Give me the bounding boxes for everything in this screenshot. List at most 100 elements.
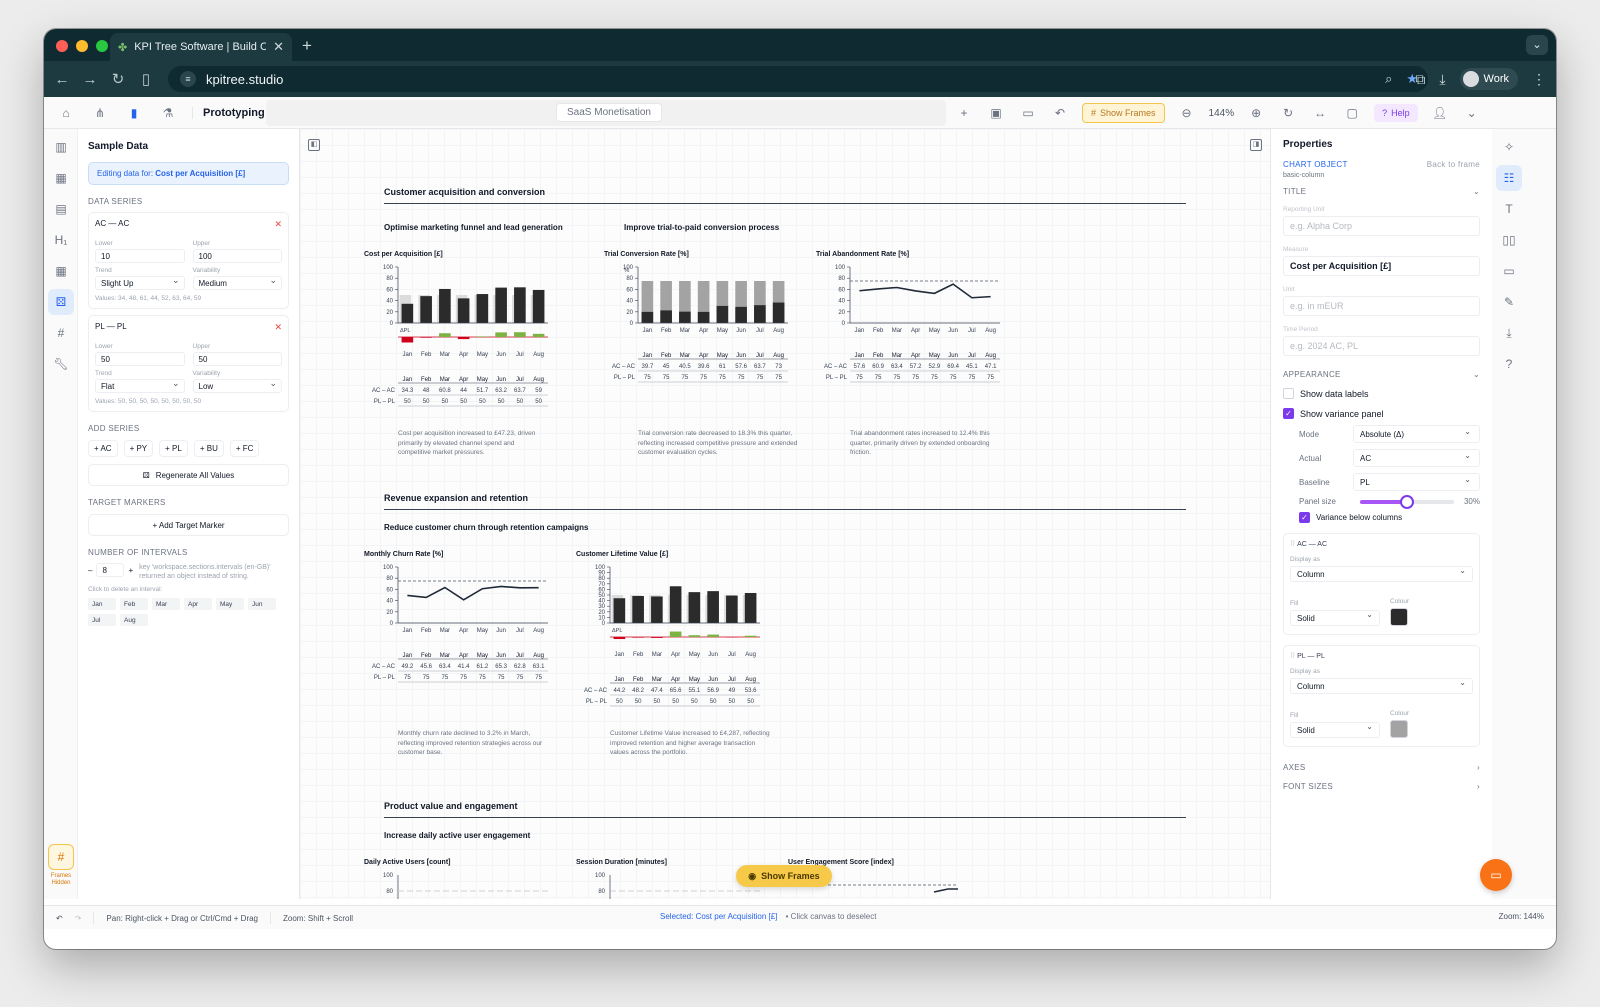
back-to-frame-link[interactable]: Back to frame [1427, 160, 1480, 169]
churn-chart[interactable]: Monthly Churn Rate [%] 0 20 40 60 80 100 Jan Feb… [364, 547, 564, 717]
panel-size-slider[interactable] [1360, 494, 1454, 509]
title-section-toggle[interactable]: TITLE ⌄ [1283, 187, 1480, 196]
intervals-input[interactable]: 8 [96, 563, 125, 577]
interval-chip[interactable]: Jan [88, 598, 116, 610]
download-icon[interactable]: ⤓ [1496, 320, 1522, 346]
upper-input[interactable]: 100 [192, 249, 282, 263]
variability-select[interactable]: Low [192, 378, 282, 393]
save-icon[interactable]: ▣ [986, 103, 1006, 123]
interval-chip[interactable]: Apr [184, 598, 212, 610]
fit-width-icon[interactable]: ↔ [1310, 103, 1330, 123]
clv-chart[interactable]: Customer Lifetime Value [£]0102030405060… [576, 547, 776, 717]
interval-chip[interactable]: Feb [120, 598, 148, 610]
variance-below-checkbox[interactable]: ✓ [1299, 512, 1310, 523]
show-variance-row[interactable]: ✓ Show variance panel [1283, 408, 1480, 419]
url-field[interactable]: ≡ kpitree.studio ⌕ ★ [168, 66, 1428, 92]
add-target-button[interactable]: + Add Target Marker [88, 514, 289, 536]
table-icon[interactable]: ▦ [48, 165, 74, 191]
redo-icon[interactable]: ↷ [75, 914, 82, 923]
open-folder-icon[interactable]: ▭ [1018, 103, 1038, 123]
sparkle-icon[interactable]: ✧ [1496, 134, 1522, 160]
daily-active-users-chart[interactable]: Daily Active Users [count] 100 80 [364, 855, 564, 899]
display-as-select[interactable]: Column [1290, 566, 1473, 582]
home-icon[interactable]: ⌂ [56, 103, 76, 123]
tree-icon[interactable]: ⋔ [90, 103, 110, 123]
show-frames-button[interactable]: # Show Frames [1082, 103, 1165, 123]
font-sizes-section-toggle[interactable]: FONT SIZES › [1283, 782, 1480, 791]
heading-icon[interactable]: H₁ [48, 227, 74, 253]
interval-chip[interactable]: Jun [248, 598, 276, 610]
show-data-labels-row[interactable]: Show data labels [1283, 388, 1480, 399]
trend-select[interactable]: Slight Up [95, 275, 185, 290]
zoom-window-button[interactable] [96, 40, 108, 52]
back-icon[interactable]: ← [48, 71, 76, 88]
panel-size-handle[interactable] [1399, 494, 1414, 509]
colour-swatch[interactable] [1390, 608, 1408, 626]
add-series-pl-button[interactable]: + PL [159, 440, 188, 457]
profile-button[interactable]: Work [1459, 68, 1518, 90]
zoom-icon[interactable]: ⌕ [1385, 71, 1392, 87]
variability-select[interactable]: Medium [192, 275, 282, 290]
chevron-down-icon[interactable]: ⌄ [1462, 103, 1482, 123]
trial-conversion-chart[interactable]: Trial Conversion Rate [%]%020406080100Ja… [604, 247, 804, 417]
decrement-button[interactable]: – [88, 566, 92, 575]
book-icon[interactable]: ▯▯ [1496, 227, 1522, 253]
display-as-select[interactable]: Column [1290, 678, 1473, 694]
help-circle-icon[interactable]: ? [1496, 351, 1522, 377]
colour-swatch[interactable] [1390, 720, 1408, 738]
mode-select[interactable]: Absolute (Δ) [1353, 425, 1480, 443]
tab-search-icon[interactable]: ⌄ [1526, 35, 1548, 55]
minimize-window-button[interactable] [76, 40, 88, 52]
add-icon[interactable]: + [954, 103, 974, 123]
lower-input[interactable]: 10 [95, 249, 185, 263]
sidebar-toggle-icon[interactable]: ▯ [132, 70, 160, 88]
collapse-right-panel-icon[interactable]: ◨ [1250, 139, 1262, 151]
zoom-in-icon[interactable]: ⊕ [1246, 103, 1266, 123]
browser-tab[interactable]: ✤ KPI Tree Software | Build Clie ✕ [110, 33, 292, 61]
remove-series-icon[interactable]: ✕ [274, 219, 282, 230]
remove-series-icon[interactable]: ✕ [274, 322, 282, 333]
text-icon[interactable]: T [1496, 196, 1522, 222]
flask-icon[interactable]: ⚗ [158, 103, 178, 123]
variance-below-row[interactable]: ✓ Variance below columns [1283, 512, 1480, 523]
sample-data-icon[interactable]: ⚄ [48, 289, 74, 315]
report-canvas[interactable]: ◧ ◨ Customer acquisition and conversion … [300, 129, 1270, 899]
interval-chip[interactable]: May [216, 598, 244, 610]
trial-abandonment-chart[interactable]: Trial Abandonment Rate [%] 0 20 40 60 80 100 Ja… [816, 247, 1016, 417]
message-icon[interactable]: ▭ [1496, 258, 1522, 284]
interval-chip[interactable]: Jul [88, 614, 116, 626]
close-tab-icon[interactable]: ✕ [273, 39, 284, 55]
show-variance-checkbox[interactable]: ✓ [1283, 408, 1294, 419]
appearance-section-toggle[interactable]: APPEARANCE ⌄ [1283, 370, 1480, 379]
frame-hash-icon[interactable]: # [48, 320, 74, 346]
time-period-input[interactable]: e.g. 2024 AC, PL [1283, 336, 1480, 356]
chat-icon[interactable]: ▭ [1480, 859, 1512, 891]
chart-icon[interactable]: ▮ [124, 103, 144, 123]
new-tab-icon[interactable]: + [302, 36, 312, 56]
close-window-button[interactable] [56, 40, 68, 52]
add-series-ac-button[interactable]: + AC [88, 440, 118, 457]
document-name[interactable]: SaaS Monetisation [556, 103, 662, 122]
zoom-out-icon[interactable]: ⊖ [1177, 103, 1197, 123]
wrench-icon[interactable]: 🔧︎ [48, 351, 74, 377]
comment-icon[interactable]: ▤ [48, 196, 74, 222]
regenerate-button[interactable]: ⚄ Regenerate All Values [88, 464, 289, 486]
interval-chip[interactable]: Aug [120, 614, 148, 626]
help-button[interactable]: ? Help [1374, 104, 1418, 122]
mode-label[interactable]: Prototyping [192, 107, 265, 119]
unit-input[interactable]: e.g. in mEUR [1283, 296, 1480, 316]
reset-zoom-icon[interactable]: ↻ [1278, 103, 1298, 123]
increment-button[interactable]: + [128, 566, 133, 575]
reload-icon[interactable]: ↻ [104, 70, 132, 88]
zoom-level[interactable]: 144% [1209, 108, 1235, 119]
fit-page-icon[interactable]: ▢ [1342, 103, 1362, 123]
add-series-py-button[interactable]: + PY [123, 440, 154, 457]
show-frames-floating-button[interactable]: ◉ Show Frames [736, 865, 832, 887]
reporting-unit-input[interactable]: e.g. Alpha Corp [1283, 216, 1480, 236]
bar-chart-icon[interactable]: ▥ [48, 134, 74, 160]
sliders-icon[interactable]: ☷ [1496, 165, 1522, 191]
add-series-fc-button[interactable]: + FC [229, 440, 260, 457]
show-data-labels-checkbox[interactable] [1283, 388, 1294, 399]
extensions-icon[interactable]: ⧉ [1415, 71, 1425, 88]
grid-icon[interactable]: ▦ [48, 258, 74, 284]
